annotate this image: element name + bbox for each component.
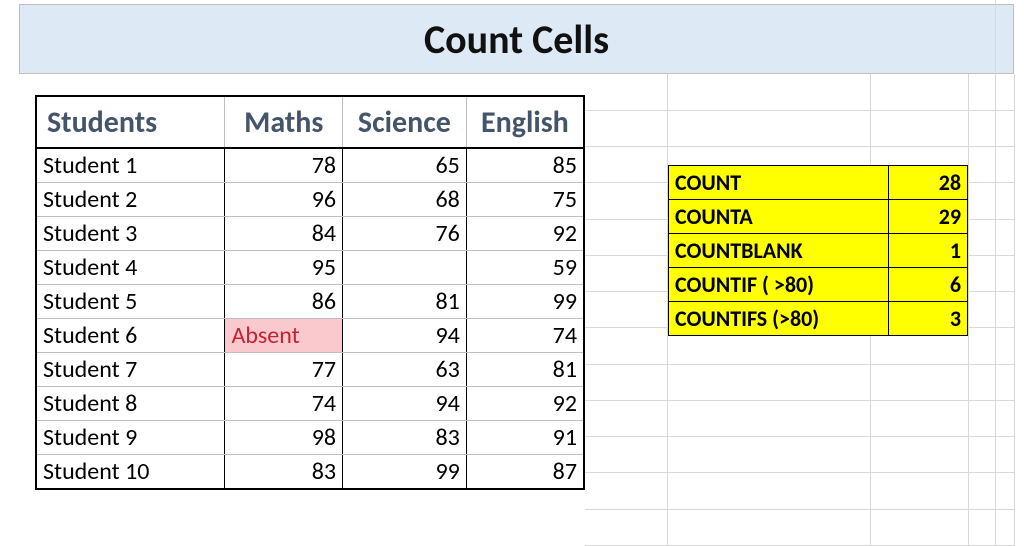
cell-maths[interactable]: 96 xyxy=(225,183,343,217)
cell-science[interactable]: 63 xyxy=(343,353,467,387)
table-header-row: Students Maths Science English xyxy=(36,96,584,148)
cell-maths-absent[interactable]: Absent xyxy=(225,319,343,353)
students-table[interactable]: Students Maths Science English Student 1… xyxy=(35,95,585,490)
cell-science[interactable]: 76 xyxy=(343,217,467,251)
table-row[interactable]: Student 5868199 xyxy=(36,285,584,319)
table-row[interactable]: Student 6Absent9474 xyxy=(36,319,584,353)
cell-maths[interactable]: 83 xyxy=(225,455,343,490)
col-maths[interactable]: Maths xyxy=(225,96,343,148)
cell-student[interactable]: Student 8 xyxy=(36,387,225,421)
cell-science[interactable]: 94 xyxy=(343,319,467,353)
cell-english[interactable]: 92 xyxy=(466,217,584,251)
cell-science[interactable]: 65 xyxy=(343,148,467,183)
cell-english[interactable]: 99 xyxy=(466,285,584,319)
formula-label[interactable]: COUNTBLANK xyxy=(669,234,889,268)
table-row[interactable]: Student 495 59 xyxy=(36,251,584,285)
cell-student[interactable]: Student 4 xyxy=(36,251,225,285)
formula-label[interactable]: COUNT xyxy=(669,166,889,200)
formula-row[interactable]: COUNTA29 xyxy=(669,200,968,234)
table-row[interactable]: Student 8749492 xyxy=(36,387,584,421)
table-row[interactable]: Student 1786585 xyxy=(36,148,584,183)
formula-value[interactable]: 29 xyxy=(889,200,968,234)
cell-english[interactable]: 87 xyxy=(466,455,584,490)
col-science[interactable]: Science xyxy=(343,96,467,148)
col-english[interactable]: English xyxy=(466,96,584,148)
cell-english[interactable]: 81 xyxy=(466,353,584,387)
cell-student[interactable]: Student 10 xyxy=(36,455,225,490)
cell-science[interactable]: 83 xyxy=(343,421,467,455)
col-students[interactable]: Students xyxy=(36,96,225,148)
formula-value[interactable]: 6 xyxy=(889,268,968,302)
cell-science[interactable]: 94 xyxy=(343,387,467,421)
cell-science[interactable]: 68 xyxy=(343,183,467,217)
cell-science[interactable]: 81 xyxy=(343,285,467,319)
cell-english[interactable]: 92 xyxy=(466,387,584,421)
cell-english[interactable]: 91 xyxy=(466,421,584,455)
cell-maths[interactable]: 74 xyxy=(225,387,343,421)
formula-value[interactable]: 3 xyxy=(889,302,968,336)
formula-label[interactable]: COUNTIF ( >80) xyxy=(669,268,889,302)
cell-english[interactable]: 59 xyxy=(466,251,584,285)
table-row[interactable]: Student 9988391 xyxy=(36,421,584,455)
cell-maths[interactable]: 98 xyxy=(225,421,343,455)
cell-maths[interactable]: 95 xyxy=(225,251,343,285)
formula-summary-table[interactable]: COUNT28COUNTA29COUNTBLANK1COUNTIF ( >80)… xyxy=(668,165,968,336)
formula-value[interactable]: 28 xyxy=(889,166,968,200)
title-text: Count Cells xyxy=(424,15,609,64)
formula-row[interactable]: COUNTIF ( >80)6 xyxy=(669,268,968,302)
cell-student[interactable]: Student 9 xyxy=(36,421,225,455)
cell-student[interactable]: Student 1 xyxy=(36,148,225,183)
cell-maths[interactable]: 86 xyxy=(225,285,343,319)
cell-student[interactable]: Student 7 xyxy=(36,353,225,387)
cell-student[interactable]: Student 6 xyxy=(36,319,225,353)
formula-value[interactable]: 1 xyxy=(889,234,968,268)
cell-student[interactable]: Student 5 xyxy=(36,285,225,319)
formula-summary-container: COUNT28COUNTA29COUNTBLANK1COUNTIF ( >80)… xyxy=(668,165,968,336)
cell-english[interactable]: 75 xyxy=(466,183,584,217)
formula-row[interactable]: COUNTIFS (>80)3 xyxy=(669,302,968,336)
formula-row[interactable]: COUNTBLANK1 xyxy=(669,234,968,268)
cell-maths[interactable]: 84 xyxy=(225,217,343,251)
table-row[interactable]: Student 7776381 xyxy=(36,353,584,387)
cell-student[interactable]: Student 2 xyxy=(36,183,225,217)
table-row[interactable]: Student 3847692 xyxy=(36,217,584,251)
cell-english[interactable]: 74 xyxy=(466,319,584,353)
formula-label[interactable]: COUNTIFS (>80) xyxy=(669,302,889,336)
page-title: Count Cells xyxy=(19,4,1014,74)
grid-edge xyxy=(995,0,1019,546)
cell-maths[interactable]: 77 xyxy=(225,353,343,387)
cell-english[interactable]: 85 xyxy=(466,148,584,183)
cell-science[interactable] xyxy=(343,251,467,285)
cell-science[interactable]: 99 xyxy=(343,455,467,490)
table-row[interactable]: Student 10839987 xyxy=(36,455,584,490)
formula-row[interactable]: COUNT28 xyxy=(669,166,968,200)
spreadsheet-area: Count Cells Students xyxy=(5,0,1019,546)
cell-student[interactable]: Student 3 xyxy=(36,217,225,251)
cell-maths[interactable]: 78 xyxy=(225,148,343,183)
formula-label[interactable]: COUNTA xyxy=(669,200,889,234)
students-table-container: Students Maths Science English Student 1… xyxy=(35,95,585,490)
table-row[interactable]: Student 2966875 xyxy=(36,183,584,217)
